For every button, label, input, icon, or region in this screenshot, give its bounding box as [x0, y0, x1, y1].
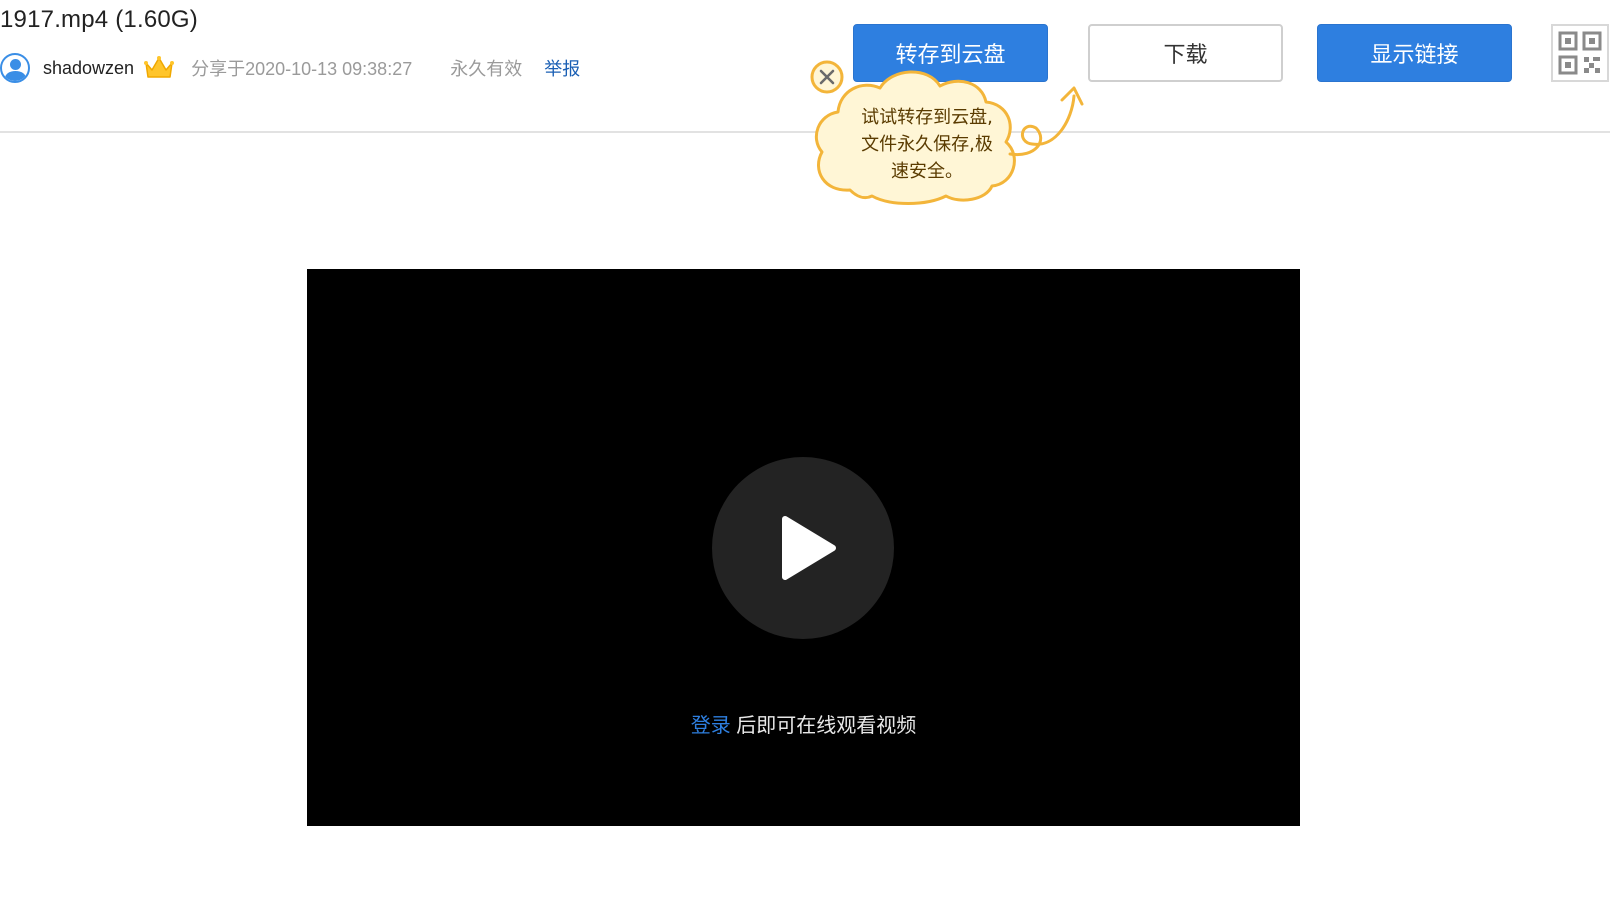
file-title: 1917.mp4 (1.60G) — [0, 6, 198, 33]
login-prompt-text: 后即可在线观看视频 — [730, 715, 917, 737]
video-player[interactable]: 登录 后即可在线观看视频 — [307, 269, 1300, 826]
save-tip-popover: 试试转存到云盘, 文件永久保存,极 速安全。 — [810, 60, 1140, 210]
share-time: 分享于2020-10-13 09:38:27 — [191, 59, 413, 79]
tip-line-3: 速安全。 — [891, 161, 963, 182]
qr-code-icon — [1558, 31, 1602, 75]
share-meta-row: shadowzen 分享于2020-10-13 09:38:27 永久有效 举报 — [0, 52, 580, 84]
username[interactable]: shadowzen — [43, 58, 134, 79]
login-prompt: 登录 后即可在线观看视频 — [307, 709, 1300, 738]
show-link-button[interactable]: 显示链接 — [1317, 24, 1512, 82]
tip-text: 试试转存到云盘, 文件永久保存,极 速安全。 — [832, 104, 1022, 185]
user-avatar-icon[interactable] — [0, 53, 30, 83]
play-button[interactable] — [712, 457, 894, 639]
login-link[interactable]: 登录 — [691, 715, 731, 737]
close-icon[interactable] — [810, 60, 844, 94]
play-icon — [782, 516, 836, 580]
tip-line-2: 文件永久保存,极 — [861, 134, 993, 155]
crown-icon — [144, 56, 175, 78]
validity-text: 永久有效 — [450, 59, 523, 79]
tip-line-1: 试试转存到云盘, — [861, 107, 993, 128]
header-divider — [0, 131, 1610, 133]
report-link[interactable]: 举报 — [544, 55, 580, 81]
qr-code-button[interactable] — [1551, 24, 1609, 82]
